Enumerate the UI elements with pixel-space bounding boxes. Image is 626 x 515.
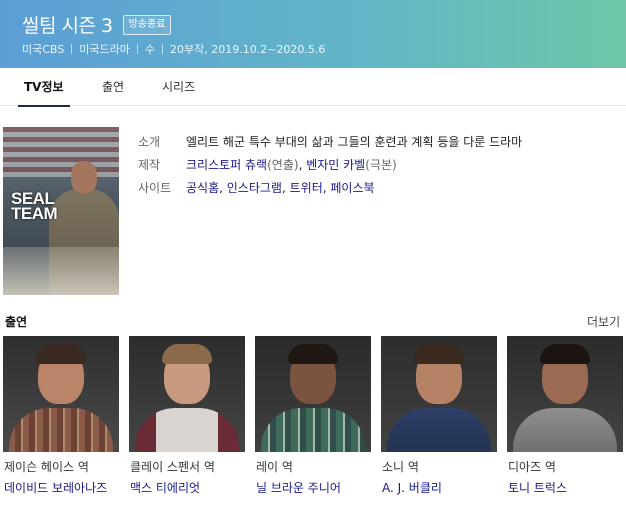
poster-logo-line2: TEAM: [11, 204, 58, 223]
poster-flag-background: [3, 127, 119, 177]
tab-bar: TV정보 출연 시리즈: [0, 68, 626, 107]
site-link-instagram[interactable]: 인스타그램: [227, 181, 282, 195]
cast-card[interactable]: 디아즈 역 토니 트럭스: [507, 336, 623, 495]
site-link-official[interactable]: 공식홈: [186, 181, 219, 195]
site-label: 사이트: [138, 181, 172, 195]
producer-role-2: (극본): [365, 158, 397, 172]
cast-more-link[interactable]: 더보기: [587, 313, 620, 330]
cast-card[interactable]: 제이슨 헤이스 역 데이비드 보레아나즈: [3, 336, 119, 495]
cast-photo[interactable]: [129, 336, 245, 452]
cast-role: 제이슨 헤이스 역: [4, 460, 89, 474]
meta-divider: [136, 44, 138, 54]
meta-divider: [71, 44, 73, 54]
cast-role: 디아즈 역: [508, 460, 556, 474]
tab-tv-info[interactable]: TV정보: [18, 68, 70, 107]
site-link-facebook[interactable]: 페이스북: [330, 181, 374, 195]
intro-value: 엘리트 해군 특수 부대의 삶과 그들의 훈련과 계획 등을 다룬 드라마: [186, 135, 523, 149]
meta-channel[interactable]: 미국CBS: [22, 41, 64, 57]
cast-actor-link[interactable]: 닐 브라운 주니어: [256, 479, 341, 496]
broadcast-status-badge: 방송종료: [122, 14, 172, 35]
cast-actor-link[interactable]: A. J. 버클리: [382, 479, 442, 496]
program-title[interactable]: 씰팀 시즌 3: [22, 11, 113, 38]
production-label: 제작: [138, 158, 161, 172]
cast-actor-link[interactable]: 토니 트럭스: [508, 479, 567, 496]
tab-cast[interactable]: 출연: [102, 68, 124, 106]
poster-bottom-fade: [3, 247, 119, 295]
cast-actor-link[interactable]: 맥스 티에리엇: [130, 479, 200, 496]
cast-card[interactable]: 소니 역 A. J. 버클리: [381, 336, 497, 495]
meta-episodes-dates: 20부작, 2019.10.2~2020.5.6: [170, 43, 326, 56]
producer-link-2[interactable]: 벤자민 카벨: [306, 158, 365, 172]
site-links: 공식홈, 인스타그램, 트위터, 페이스북: [186, 181, 375, 195]
cast-section-title: 출연: [5, 315, 28, 329]
poster-logo: SEAL TEAM: [11, 190, 58, 223]
cast-card[interactable]: 레이 역 닐 브라운 주니어: [255, 336, 371, 495]
site-link-twitter[interactable]: 트위터: [290, 181, 323, 195]
title-row: 씰팀 시즌 3 방송종료: [22, 11, 172, 38]
cast-role: 클레이 스펜서 역: [130, 460, 215, 474]
cast-actor-link[interactable]: 데이비드 보레아나즈: [4, 479, 107, 496]
cast-role: 소니 역: [382, 460, 419, 474]
tab-series[interactable]: 시리즈: [162, 68, 195, 106]
cast-card[interactable]: 클레이 스펜서 역 맥스 티에리엇: [129, 336, 245, 495]
production-value: 크리스토퍼 츄랙(연출), 벤자민 카벨(극본): [186, 158, 397, 172]
program-meta: 미국CBS 미국드라마 수 20부작, 2019.10.2~2020.5.6: [22, 41, 325, 57]
program-header: 씰팀 시즌 3 방송종료 미국CBS 미국드라마 수 20부작, 2019.10…: [0, 0, 626, 68]
program-poster[interactable]: SEAL TEAM: [3, 127, 119, 295]
cast-photo[interactable]: [381, 336, 497, 452]
cast-photo[interactable]: [3, 336, 119, 452]
cast-photo[interactable]: [255, 336, 371, 452]
meta-divider: [162, 44, 163, 54]
meta-day: 수: [144, 43, 155, 56]
producer-role-1: (연출): [267, 158, 299, 172]
producer-link-1[interactable]: 크리스토퍼 츄랙: [186, 158, 267, 172]
meta-genre: 미국드라마: [79, 43, 130, 56]
cast-photo[interactable]: [507, 336, 623, 452]
cast-role: 레이 역: [256, 460, 293, 474]
intro-label: 소개: [138, 135, 161, 149]
poster-figure-head: [71, 161, 97, 193]
